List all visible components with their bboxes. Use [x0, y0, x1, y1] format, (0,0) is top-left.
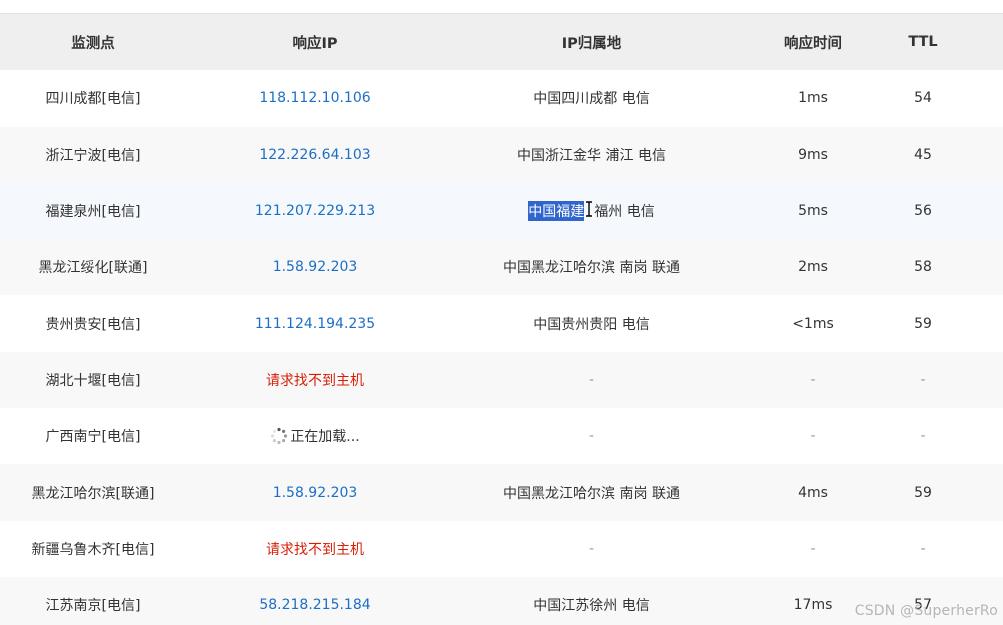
header-site: 监测点	[71, 35, 115, 52]
ttl-cell: -	[920, 371, 926, 388]
header-location: IP归属地	[561, 35, 622, 52]
location-cell: 中国黑龙江哈尔滨 南岗 联通	[503, 260, 680, 277]
time-cell: <1ms	[792, 315, 834, 332]
table-row: 贵州贵安[电信] 111.124.194.235 中国贵州贵阳 电信 <1ms …	[0, 295, 1003, 352]
ttl-cell: 45	[914, 146, 932, 163]
ttl-cell: 59	[914, 315, 932, 332]
site-cell: 福建泉州[电信]	[45, 204, 141, 221]
location-cell: -	[588, 371, 595, 388]
error-text: 请求找不到主机	[266, 372, 364, 389]
location-cell: 中国江苏徐州 电信	[533, 598, 650, 615]
ttl-cell: 59	[914, 484, 932, 501]
location-rest: 福州 电信	[594, 204, 655, 221]
table-row: 福建泉州[电信] 121.207.229.213 中国福建 福州 电信 5ms …	[0, 182, 1003, 240]
table-row: 江苏南京[电信] 58.218.215.184 中国江苏徐州 电信 17ms 5…	[0, 576, 1003, 625]
table-row: 浙江宁波[电信] 122.226.64.103 中国浙江金华 浦江 电信 9ms…	[0, 126, 1003, 183]
loading-text: 正在加载...	[290, 429, 360, 446]
location-cell: 中国浙江金华 浦江 电信	[517, 147, 666, 164]
table-header: 监测点 响应IP IP归属地 响应时间 TTL	[0, 14, 1003, 71]
ip-link[interactable]: 1.58.92.203	[273, 259, 358, 275]
location-cell[interactable]: 中国福建 福州 电信	[444, 183, 739, 239]
site-cell: 新疆乌鲁木齐[电信]	[31, 541, 155, 558]
site-cell: 湖北十堰[电信]	[45, 372, 141, 389]
table-row: 黑龙江绥化[联通] 1.58.92.203 中国黑龙江哈尔滨 南岗 联通 2ms…	[0, 239, 1003, 296]
text-cursor-icon	[585, 201, 593, 221]
location-cell: 中国四川成都 电信	[533, 91, 650, 108]
table-row: 新疆乌鲁木齐[电信] 请求找不到主机 - - -	[0, 520, 1003, 577]
ip-link[interactable]: 111.124.194.235	[255, 316, 375, 332]
location-cell: -	[588, 540, 595, 557]
error-text: 请求找不到主机	[266, 541, 364, 558]
ttl-cell: -	[920, 428, 926, 445]
table-row: 广西南宁[电信] 正在加载... - - -	[0, 408, 1003, 465]
site-cell: 黑龙江哈尔滨[联通]	[31, 485, 155, 502]
time-cell: 9ms	[798, 146, 828, 163]
time-cell: 5ms	[798, 203, 828, 220]
ttl-cell: -	[920, 540, 926, 557]
watermark: CSDN @SuperherRo	[854, 603, 998, 619]
table-row: 湖北十堰[电信] 请求找不到主机 - - -	[0, 351, 1003, 409]
header-time: 响应时间	[784, 35, 842, 52]
header-ttl: TTL	[908, 34, 938, 51]
table-row: 四川成都[电信] 118.112.10.106 中国四川成都 电信 1ms 54	[0, 70, 1003, 127]
ip-link[interactable]: 121.207.229.213	[255, 203, 375, 219]
loading-indicator: 正在加载...	[270, 426, 360, 446]
results-table: 监测点 响应IP IP归属地 响应时间 TTL 四川成都[电信] 118.112…	[0, 14, 1003, 625]
ip-link[interactable]: 58.218.215.184	[259, 597, 370, 613]
site-cell: 江苏南京[电信]	[45, 598, 141, 615]
site-cell: 广西南宁[电信]	[45, 429, 141, 446]
ip-link[interactable]: 122.226.64.103	[259, 147, 370, 163]
header-ip: 响应IP	[292, 35, 338, 52]
table-row: 黑龙江哈尔滨[联通] 1.58.92.203 中国黑龙江哈尔滨 南岗 联通 4m…	[0, 464, 1003, 521]
time-cell: 2ms	[798, 259, 828, 276]
time-cell: -	[810, 540, 816, 557]
site-cell: 浙江宁波[电信]	[45, 147, 141, 164]
ttl-cell: 56	[914, 203, 932, 220]
ping-results-page: 监测点 响应IP IP归属地 响应时间 TTL 四川成都[电信] 118.112…	[0, 0, 1003, 625]
time-cell: 4ms	[798, 484, 828, 501]
site-cell: 贵州贵安[电信]	[45, 316, 141, 333]
ip-link[interactable]: 118.112.10.106	[259, 90, 370, 106]
selected-text[interactable]: 中国福建	[528, 201, 585, 222]
time-cell: -	[810, 371, 816, 388]
location-cell: 中国贵州贵阳 电信	[533, 316, 650, 333]
ip-link[interactable]: 1.58.92.203	[273, 485, 358, 501]
time-cell: 1ms	[798, 90, 828, 107]
location-cell: -	[588, 428, 595, 445]
ttl-cell: 54	[914, 90, 932, 107]
time-cell: -	[810, 428, 816, 445]
ttl-cell: 58	[914, 259, 932, 276]
site-cell: 黑龙江绥化[联通]	[38, 260, 148, 277]
site-cell: 四川成都[电信]	[45, 91, 141, 108]
location-cell: 中国黑龙江哈尔滨 南岗 联通	[503, 485, 680, 502]
loading-spinner-icon	[270, 427, 288, 445]
